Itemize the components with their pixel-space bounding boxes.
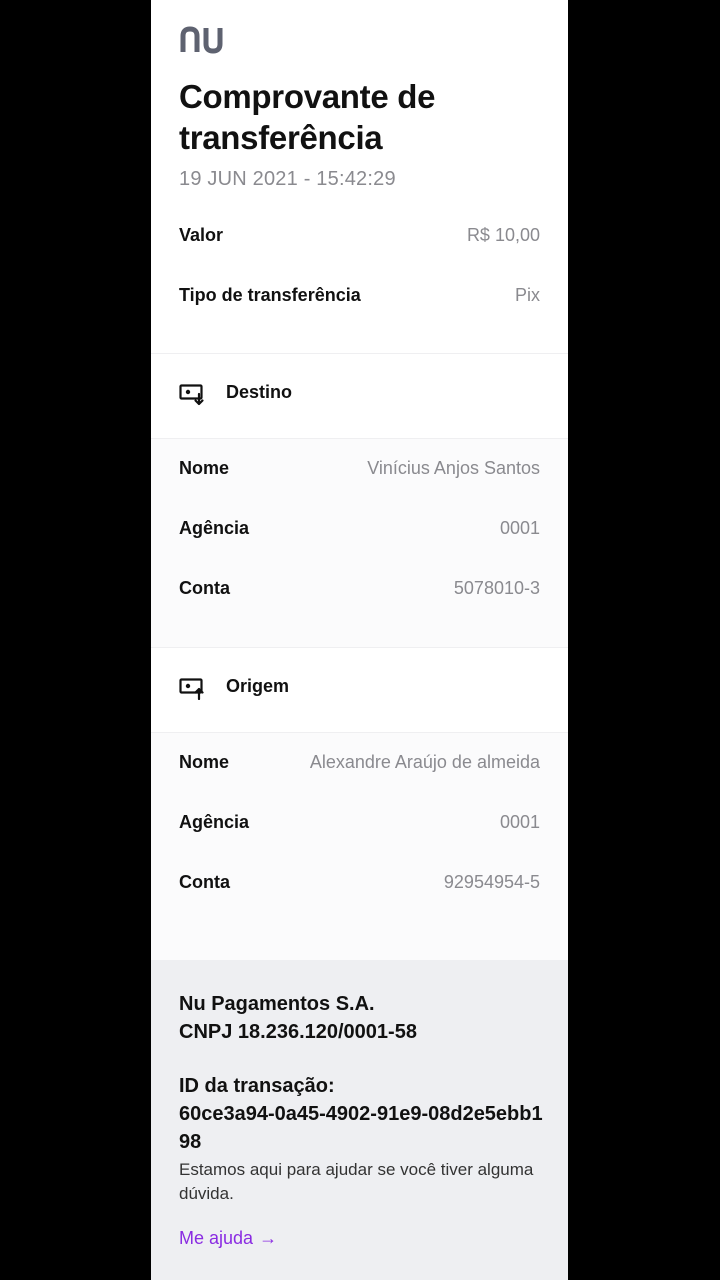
help-text: Estamos aqui para ajudar se você tiver a… xyxy=(179,1160,534,1203)
transaction-id-value: 60ce3a94-0a45-4902-91e9-08d2e5ebb198 xyxy=(179,1103,543,1153)
origem-account-value: 92954954-5 xyxy=(443,871,540,892)
origem-name-row: Nome Alexandre Araújo de almeida xyxy=(179,747,540,777)
destino-title: Destino xyxy=(226,382,293,402)
bank-transfer-in-icon xyxy=(179,384,204,406)
nubank-logo xyxy=(180,26,223,54)
origem-header: Origem xyxy=(151,647,568,733)
help-link-label: Me ajuda xyxy=(179,1228,254,1248)
amount-value: R$ 10,00 xyxy=(466,224,540,245)
transfer-timestamp: 19 JUN 2021 - 15:42:29 xyxy=(179,168,396,190)
destino-account-value: 5078010-3 xyxy=(453,577,540,598)
transfer-type-row: Tipo de transferência Pix xyxy=(179,280,540,310)
destino-header: Destino xyxy=(151,353,568,439)
transaction-id-block: ID da transação: 60ce3a94-0a45-4902-91e9… xyxy=(179,1072,544,1156)
receipt-screen: Comprovante de transferência 19 JUN 2021… xyxy=(151,0,568,1280)
page-title: Comprovante de transferência xyxy=(179,78,436,156)
origem-agency-row: Agência 0001 xyxy=(179,807,540,837)
transfer-type-label: Tipo de transferência xyxy=(179,284,361,305)
origem-name-value: Alexandre Araújo de almeida xyxy=(309,751,540,772)
destino-agency-value: 0001 xyxy=(499,517,540,538)
destino-name-row: Nome Vinícius Anjos Santos xyxy=(179,453,540,483)
destino-agency-row: Agência 0001 xyxy=(179,513,540,543)
destino-name-label: Nome xyxy=(179,457,230,478)
company-cnpj: CNPJ 18.236.120/0001-58 xyxy=(179,1021,417,1043)
origem-name-label: Nome xyxy=(179,751,230,772)
receipt-footer: Nu Pagamentos S.A. CNPJ 18.236.120/0001-… xyxy=(151,960,568,1280)
transfer-type-value: Pix xyxy=(514,284,540,305)
destino-name-value: Vinícius Anjos Santos xyxy=(367,457,540,478)
origem-title: Origem xyxy=(226,676,290,696)
amount-label: Valor xyxy=(179,224,224,245)
company-name: Nu Pagamentos S.A. xyxy=(179,993,375,1015)
amount-row: Valor R$ 10,00 xyxy=(179,220,540,250)
destino-account-row: Conta 5078010-3 xyxy=(179,573,540,603)
origem-agency-value: 0001 xyxy=(499,811,540,832)
company-info: Nu Pagamentos S.A. CNPJ 18.236.120/0001-… xyxy=(179,990,417,1046)
help-link[interactable]: Me ajuda → xyxy=(179,1228,277,1249)
destino-account-label: Conta xyxy=(179,577,230,598)
origem-account-label: Conta xyxy=(179,871,230,892)
destino-agency-label: Agência xyxy=(179,517,250,538)
bank-transfer-out-icon xyxy=(179,678,204,700)
transaction-id-label: ID da transação: xyxy=(179,1075,335,1097)
arrow-right-icon: → xyxy=(259,1228,278,1248)
origem-account-row: Conta 92954954-5 xyxy=(179,867,540,897)
origem-agency-label: Agência xyxy=(179,811,250,832)
